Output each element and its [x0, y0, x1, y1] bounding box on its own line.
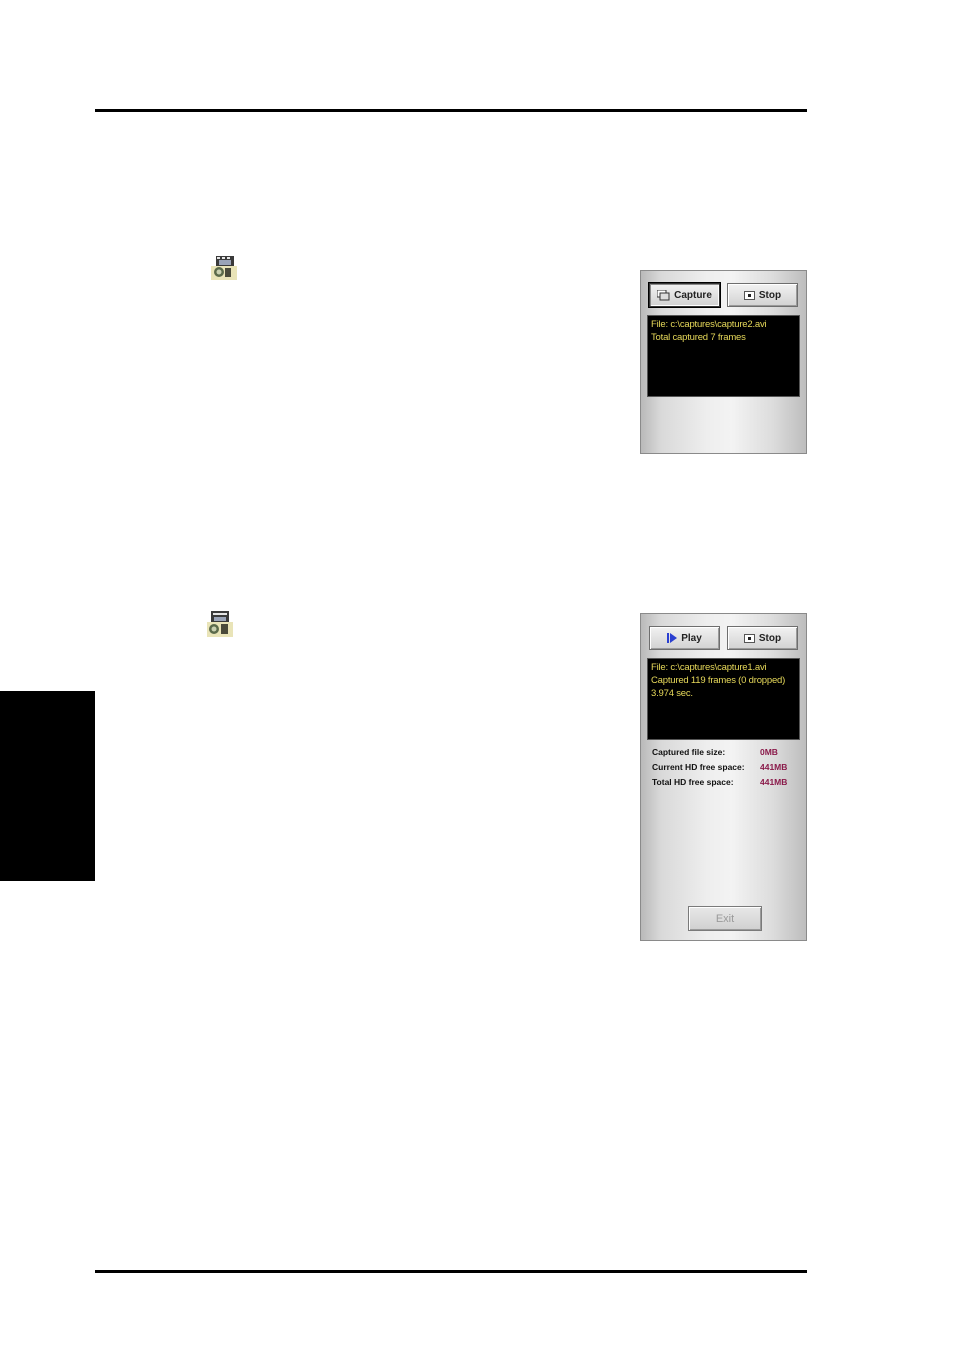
stop-button-label: Stop	[758, 632, 782, 644]
console-line: File: c:\captures\capture1.avi	[651, 662, 767, 673]
chapter-side-tab	[0, 691, 95, 881]
capture-status-console: File: c:\captures\capture2.avi Total cap…	[647, 315, 800, 397]
stat-value: 441MB	[760, 776, 788, 787]
header-rule	[95, 109, 807, 112]
stat-label: Current HD free space:	[652, 761, 745, 772]
stat-label: Total HD free space:	[652, 776, 734, 787]
capture-button-label: Capture	[674, 289, 712, 301]
film-camera-icon[interactable]	[207, 611, 233, 637]
stat-label: Captured file size:	[652, 746, 726, 757]
stop-button-label: Stop	[758, 289, 782, 301]
stop-icon	[743, 290, 755, 300]
stat-value: 0MB	[760, 746, 778, 757]
console-line: Total captured 7 frames	[651, 332, 746, 343]
stat-row: Current HD free space: 441MB	[652, 759, 802, 774]
console-line: Captured 119 frames (0 dropped) 3.974 se…	[651, 675, 786, 699]
capture-icon	[657, 289, 670, 300]
disk-stats: Captured file size: 0MB Current HD free …	[652, 744, 802, 789]
stat-row: Captured file size: 0MB	[652, 744, 802, 759]
footer-rule	[95, 1270, 807, 1273]
stop-button[interactable]: Stop	[727, 626, 798, 650]
playback-status-console: File: c:\captures\capture1.avi Captured …	[647, 658, 800, 740]
console-line: File: c:\captures\capture2.avi	[651, 319, 767, 330]
capture-button[interactable]: Capture	[649, 283, 720, 307]
capture-window: Capture Stop File: c:\captures\capture2.…	[640, 270, 807, 454]
stat-row: Total HD free space: 441MB	[652, 774, 802, 789]
play-button[interactable]: Play	[649, 626, 720, 650]
stop-button[interactable]: Stop	[727, 283, 798, 307]
play-icon	[667, 633, 678, 643]
stop-icon	[743, 633, 755, 643]
playback-window: Play Stop File: c:\captures\capture1.avi…	[640, 613, 807, 941]
exit-button[interactable]: Exit	[688, 906, 762, 931]
stat-value: 441MB	[760, 761, 788, 772]
play-button-label: Play	[681, 632, 702, 644]
film-camera-icon[interactable]	[211, 254, 237, 280]
